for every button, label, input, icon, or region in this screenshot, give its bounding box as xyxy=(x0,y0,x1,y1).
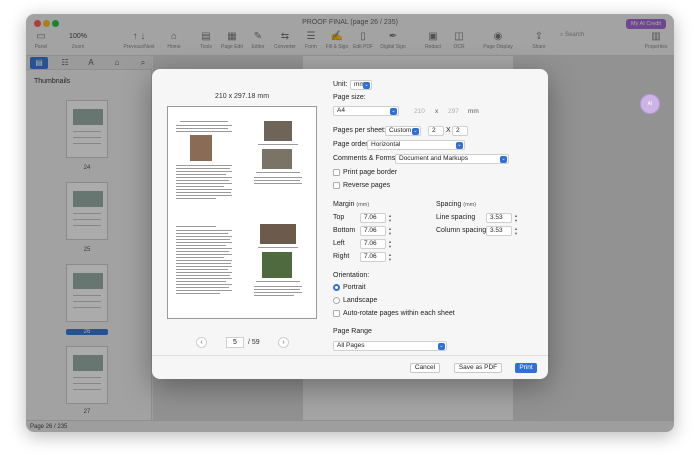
page-width-value: 210 xyxy=(414,108,425,115)
line-spacing-input[interactable]: 3.53 xyxy=(486,213,512,223)
page-height-value: 297 xyxy=(448,108,459,115)
landscape-radio[interactable] xyxy=(333,297,340,304)
page-size-unit: mm xyxy=(468,108,479,115)
auto-rotate-checkbox[interactable] xyxy=(333,310,340,317)
chevron-down-icon: ⌄ xyxy=(438,343,445,350)
chevron-right-icon: › xyxy=(282,339,285,346)
preview-size-label: 210 x 297.18 mm xyxy=(214,93,270,100)
preview-page xyxy=(176,222,232,314)
preview-page-total: / 59 xyxy=(248,339,260,346)
portrait-radio[interactable] xyxy=(333,284,340,291)
margin-left-stepper[interactable]: ▲ ▼ xyxy=(387,239,393,249)
page-order-label: Page order: xyxy=(333,141,370,148)
margin-top-label: Top xyxy=(333,214,345,221)
unit-label: Unit: xyxy=(333,81,348,88)
comments-forms-select[interactable]: Document and Markups ⌄ xyxy=(395,154,509,164)
margin-right-input[interactable]: 7.06 xyxy=(360,252,386,262)
column-spacing-input[interactable]: 3.53 xyxy=(486,226,512,236)
reverse-pages-checkbox[interactable] xyxy=(333,182,340,189)
chevron-down-icon: ⌄ xyxy=(500,156,507,163)
landscape-label: Landscape xyxy=(343,297,378,304)
margin-top-input[interactable]: 7.06 xyxy=(360,213,386,223)
preview-page xyxy=(176,117,232,209)
margin-left-label: Left xyxy=(333,240,345,247)
pages-per-sheet-select[interactable]: Custom ⌄ xyxy=(385,126,421,136)
page-order-select[interactable]: Horizontal ⌄ xyxy=(367,140,465,150)
page-range-label: Page Range xyxy=(333,328,372,335)
reverse-pages-label: Reverse pages xyxy=(343,182,391,189)
preview-page-input[interactable]: 5 xyxy=(226,337,244,348)
unit-select[interactable]: mm ⌄ xyxy=(350,80,372,90)
margin-right-stepper[interactable]: ▲ ▼ xyxy=(387,252,393,262)
chevron-down-icon: ⌄ xyxy=(456,142,463,149)
print-preview-sheet xyxy=(167,106,317,319)
margin-left-input[interactable]: 7.06 xyxy=(360,239,386,249)
save-as-pdf-button[interactable]: Save as PDF xyxy=(454,363,502,373)
margin-right-label: Right xyxy=(333,253,350,260)
line-spacing-stepper[interactable]: ▲ ▼ xyxy=(513,213,519,223)
preview-image xyxy=(190,135,212,161)
chevron-down-icon: ⌄ xyxy=(390,108,397,115)
preview-image xyxy=(260,224,296,244)
margin-label: Margin (mm) xyxy=(333,201,370,208)
preview-image xyxy=(262,149,292,169)
times-symbol: X xyxy=(446,127,451,134)
print-button[interactable]: Print xyxy=(515,363,537,373)
next-page-button[interactable]: › xyxy=(278,337,289,348)
margin-bottom-input[interactable]: 7.06 xyxy=(360,226,386,236)
pages-per-sheet-rows[interactable]: 2 xyxy=(452,126,468,136)
times-symbol: x xyxy=(435,108,439,115)
previous-page-button[interactable]: ‹ xyxy=(196,337,207,348)
chevron-down-icon: ⌄ xyxy=(412,128,419,135)
orientation-label: Orientation: xyxy=(333,272,370,279)
auto-rotate-label: Auto-rotate pages within each sheet xyxy=(343,310,455,317)
portrait-label: Portrait xyxy=(343,284,366,291)
chevron-left-icon: ‹ xyxy=(200,339,203,346)
spacing-label: Spacing (mm) xyxy=(436,201,477,208)
cancel-button[interactable]: Cancel xyxy=(410,363,440,373)
page-range-select[interactable]: All Pages ⌄ xyxy=(333,341,447,351)
column-spacing-label: Column spacing xyxy=(436,227,487,234)
margin-bottom-stepper[interactable]: ▲ ▼ xyxy=(387,226,393,236)
print-dialog: 210 x 297.18 mm ‹ 5 / 59 › Unit: mm ⌄ Pa… xyxy=(152,69,548,379)
column-spacing-stepper[interactable]: ▲ ▼ xyxy=(513,226,519,236)
preview-page xyxy=(250,222,306,314)
dialog-footer: Cancel Save as PDF Print xyxy=(152,355,548,379)
preview-image xyxy=(262,252,292,278)
preview-image xyxy=(264,121,292,141)
margin-bottom-label: Bottom xyxy=(333,227,356,234)
page-size-select[interactable]: A4 ⌄ xyxy=(333,106,399,116)
pages-per-sheet-columns[interactable]: 2 xyxy=(428,126,444,136)
pages-per-sheet-label: Pages per sheet: xyxy=(333,127,386,134)
print-page-border-checkbox[interactable] xyxy=(333,169,340,176)
comments-forms-label: Comments & Forms: xyxy=(333,155,398,162)
ai-assistant-button[interactable]: AI xyxy=(640,94,660,114)
print-page-border-label: Print page border xyxy=(343,169,398,176)
line-spacing-label: Line spacing xyxy=(436,214,476,221)
margin-top-stepper[interactable]: ▲ ▼ xyxy=(387,213,393,223)
chevron-down-icon: ⌄ xyxy=(363,82,370,89)
page-size-label: Page size: xyxy=(333,94,366,101)
preview-page xyxy=(250,117,306,209)
